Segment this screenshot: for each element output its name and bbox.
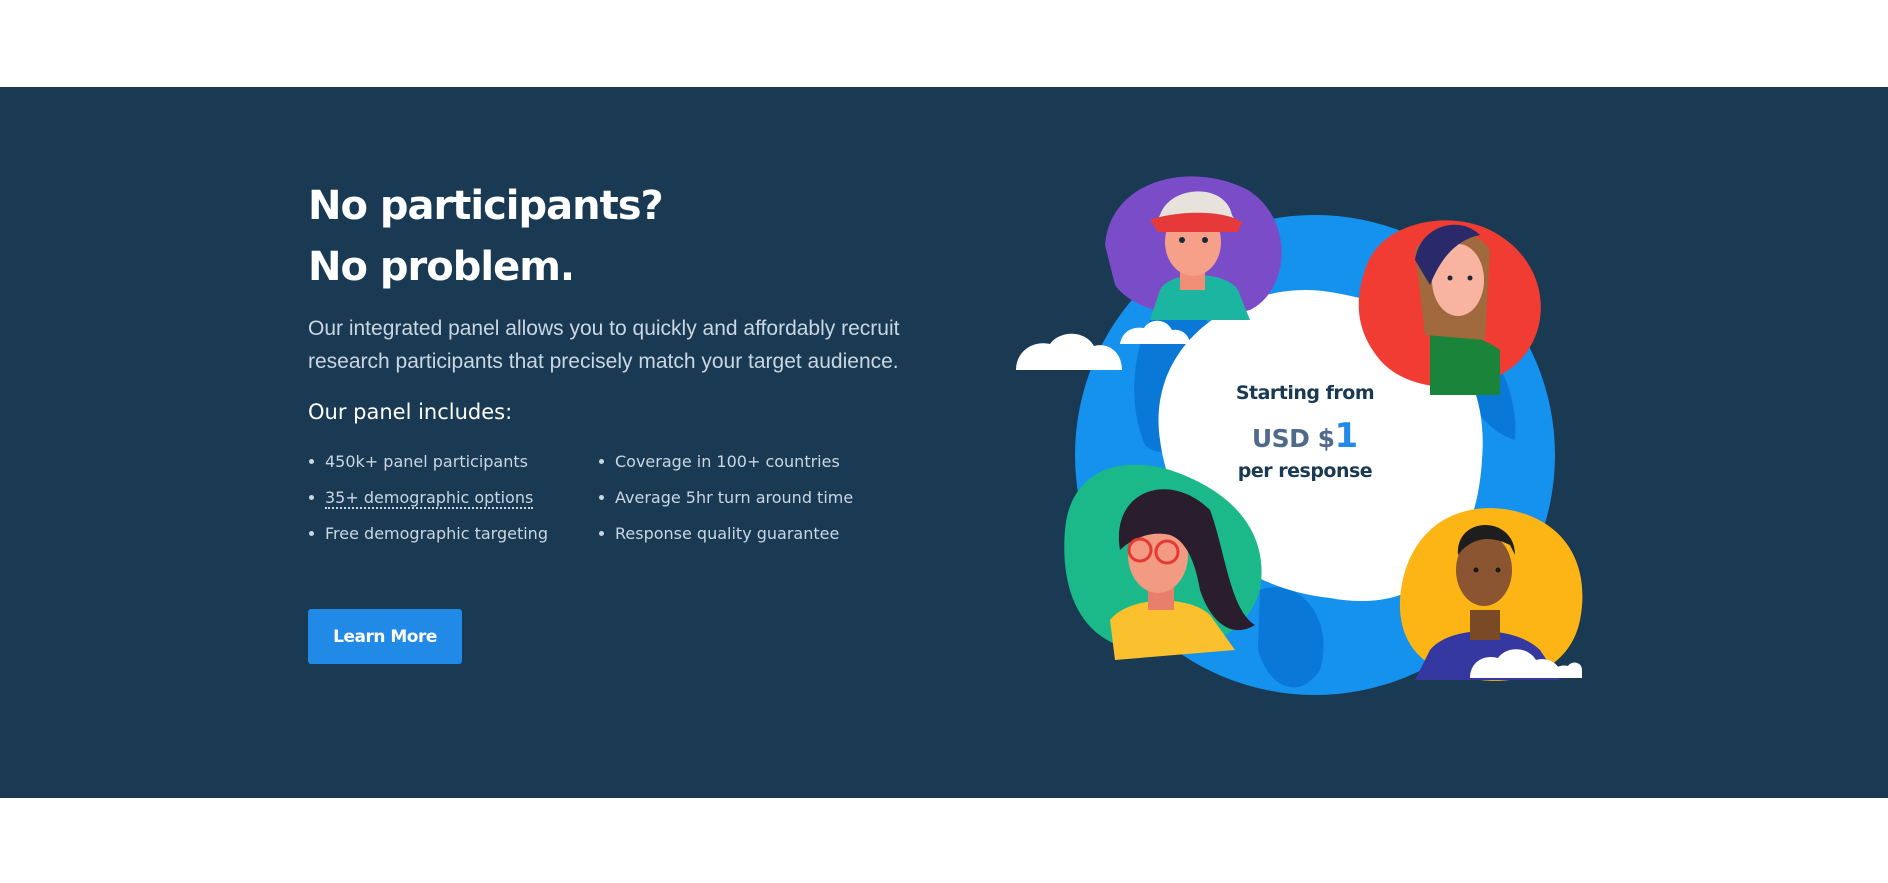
price-lead-text: Starting from xyxy=(1235,382,1375,404)
feature-list: 450k+ panel participants Coverage in 100… xyxy=(308,450,948,545)
headline-line-1: No participants? xyxy=(308,183,664,229)
feature-item: Average 5hr turn around time xyxy=(598,486,898,509)
includes-title: Our panel includes: xyxy=(308,400,513,424)
feature-item: Response quality guarantee xyxy=(598,522,898,545)
headline-line-2: No problem. xyxy=(308,244,575,290)
promo-headline: No participants? No problem. xyxy=(308,176,948,298)
feature-item[interactable]: 35+ demographic options xyxy=(308,486,598,509)
promo-content: No participants? No problem. Our integra… xyxy=(308,176,948,664)
feature-item: Free demographic targeting xyxy=(308,522,598,545)
feature-item: 450k+ panel participants xyxy=(308,450,598,473)
price-unit-text: per response xyxy=(1237,460,1373,482)
feature-item: Coverage in 100+ countries xyxy=(598,450,898,473)
pricing-callout: Starting from USD $1 per response xyxy=(1180,382,1430,482)
avatar xyxy=(1105,176,1282,320)
price-currency: USD $ xyxy=(1251,424,1335,453)
promo-description: Our integrated panel allows you to quick… xyxy=(308,317,900,373)
avatar xyxy=(1399,508,1583,681)
price-amount: 1 xyxy=(1334,416,1359,456)
demographic-options-link[interactable]: 35+ demographic options xyxy=(325,488,534,509)
price-line: USD $1 xyxy=(1180,416,1430,456)
learn-more-button[interactable]: Learn More xyxy=(308,609,462,664)
